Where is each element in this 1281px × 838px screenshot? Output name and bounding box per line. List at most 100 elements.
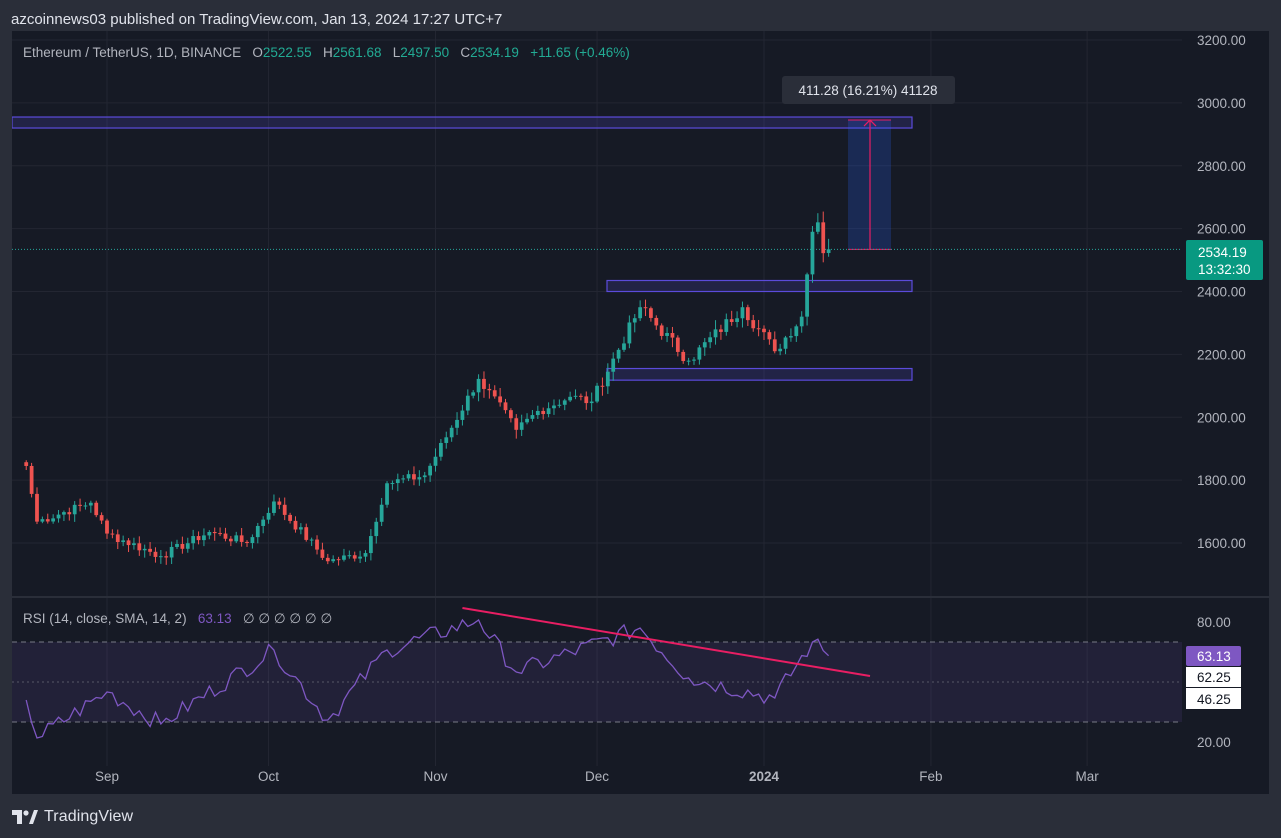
candle-body[interactable] <box>272 501 276 513</box>
zone-rectangle[interactable] <box>12 116 913 129</box>
candle-body[interactable] <box>805 274 809 317</box>
candle-body[interactable] <box>670 333 675 338</box>
candle-body[interactable] <box>573 395 578 397</box>
candle-body[interactable] <box>509 410 513 419</box>
candle-body[interactable] <box>503 402 508 411</box>
tradingview-logo[interactable]: TradingView <box>12 808 133 826</box>
candle-body[interactable] <box>783 337 788 349</box>
candle-body[interactable] <box>708 337 713 343</box>
candle-body[interactable] <box>412 474 416 480</box>
candle-body[interactable] <box>681 351 686 362</box>
candle-body[interactable] <box>562 400 567 405</box>
candle-body[interactable] <box>255 525 260 538</box>
candle-body[interactable] <box>632 318 637 323</box>
candle-body[interactable] <box>799 316 804 327</box>
candle-body[interactable] <box>379 504 384 522</box>
candle-body[interactable] <box>374 521 379 537</box>
candle-body[interactable] <box>153 551 158 557</box>
candle-body[interactable] <box>320 549 325 558</box>
candle-body[interactable] <box>158 556 163 558</box>
candle-body[interactable] <box>767 332 772 340</box>
candle-body[interactable] <box>207 531 212 536</box>
candle-body[interactable] <box>191 536 196 544</box>
candle-body[interactable] <box>568 396 573 401</box>
candle-body[interactable] <box>465 395 470 411</box>
candle-body[interactable] <box>40 519 45 522</box>
candle-body[interactable] <box>541 410 546 415</box>
candle-body[interactable] <box>385 483 389 505</box>
candle-body[interactable] <box>686 360 691 362</box>
candle-body[interactable] <box>266 512 271 520</box>
candle-body[interactable] <box>815 222 820 232</box>
candle-body[interactable] <box>611 358 616 372</box>
candle-body[interactable] <box>702 342 707 348</box>
candle-body[interactable] <box>180 543 185 549</box>
candle-body[interactable] <box>530 415 535 419</box>
candle-body[interactable] <box>422 475 427 478</box>
candle-body[interactable] <box>202 535 206 541</box>
candle-body[interactable] <box>395 479 400 484</box>
candle-body[interactable] <box>724 319 729 332</box>
candle-body[interactable] <box>342 555 346 560</box>
candle-body[interactable] <box>428 465 432 476</box>
candle-body[interactable] <box>29 465 34 494</box>
candle-body[interactable] <box>288 514 292 521</box>
candle-body[interactable] <box>110 533 115 535</box>
candle-body[interactable] <box>514 418 519 430</box>
candle-body[interactable] <box>751 320 756 329</box>
candle-body[interactable] <box>72 504 77 515</box>
candle-body[interactable] <box>745 307 750 321</box>
candle-body[interactable] <box>643 307 648 309</box>
candle-body[interactable] <box>810 231 815 275</box>
zone-rectangle[interactable] <box>606 279 913 293</box>
candle-body[interactable] <box>185 543 190 549</box>
candle-body[interactable] <box>62 512 66 515</box>
candle-body[interactable] <box>234 535 239 542</box>
symbol-legend[interactable]: Ethereum / TetherUS, 1D, BINANCE O2522.5… <box>23 45 630 60</box>
candle-body[interactable] <box>223 533 228 539</box>
candle-body[interactable] <box>347 555 352 557</box>
candle-body[interactable] <box>692 359 696 361</box>
candle-body[interactable] <box>126 540 131 546</box>
candle-body[interactable] <box>24 462 29 466</box>
candle-body[interactable] <box>794 326 799 337</box>
candle-body[interactable] <box>169 546 174 558</box>
candle-body[interactable] <box>482 378 486 389</box>
candle-body[interactable] <box>605 371 610 387</box>
candle-body[interactable] <box>659 325 664 336</box>
candle-body[interactable] <box>444 437 449 443</box>
candle-body[interactable] <box>315 539 319 550</box>
candle-body[interactable] <box>589 401 594 404</box>
candle-body[interactable] <box>363 553 368 557</box>
candle-body[interactable] <box>401 478 406 480</box>
chart-canvas[interactable]: 3200.00 3000.00 2800.00 2600.00 2400.00 2200.… <box>12 31 1269 794</box>
candle-body[interactable] <box>368 536 373 554</box>
candle-body[interactable] <box>492 390 497 397</box>
candle-body[interactable] <box>654 317 659 326</box>
candle-body[interactable] <box>579 395 583 397</box>
candle-body[interactable] <box>309 539 314 541</box>
candle-body[interactable] <box>121 540 126 543</box>
candle-body[interactable] <box>821 222 826 254</box>
candle-body[interactable] <box>433 456 438 466</box>
candle-body[interactable] <box>293 520 298 530</box>
candle-body[interactable] <box>546 408 551 415</box>
candle-body[interactable] <box>304 527 309 540</box>
candle-body[interactable] <box>789 336 793 338</box>
candle-body[interactable] <box>336 559 341 561</box>
candle-body[interactable] <box>88 502 93 506</box>
candle-body[interactable] <box>261 519 266 526</box>
candle-body[interactable] <box>218 533 222 535</box>
candle-body[interactable] <box>212 531 217 534</box>
candle-body[interactable] <box>137 543 142 551</box>
candle-body[interactable] <box>826 249 831 253</box>
candle-body[interactable] <box>713 329 718 338</box>
candle-body[interactable] <box>45 519 50 522</box>
candle-body[interactable] <box>719 329 723 332</box>
candle-body[interactable] <box>115 534 120 543</box>
candle-body[interactable] <box>729 319 734 322</box>
candle-body[interactable] <box>665 333 669 336</box>
candle-body[interactable] <box>175 543 179 547</box>
candle-body[interactable] <box>471 392 476 396</box>
candle-body[interactable] <box>595 385 599 402</box>
